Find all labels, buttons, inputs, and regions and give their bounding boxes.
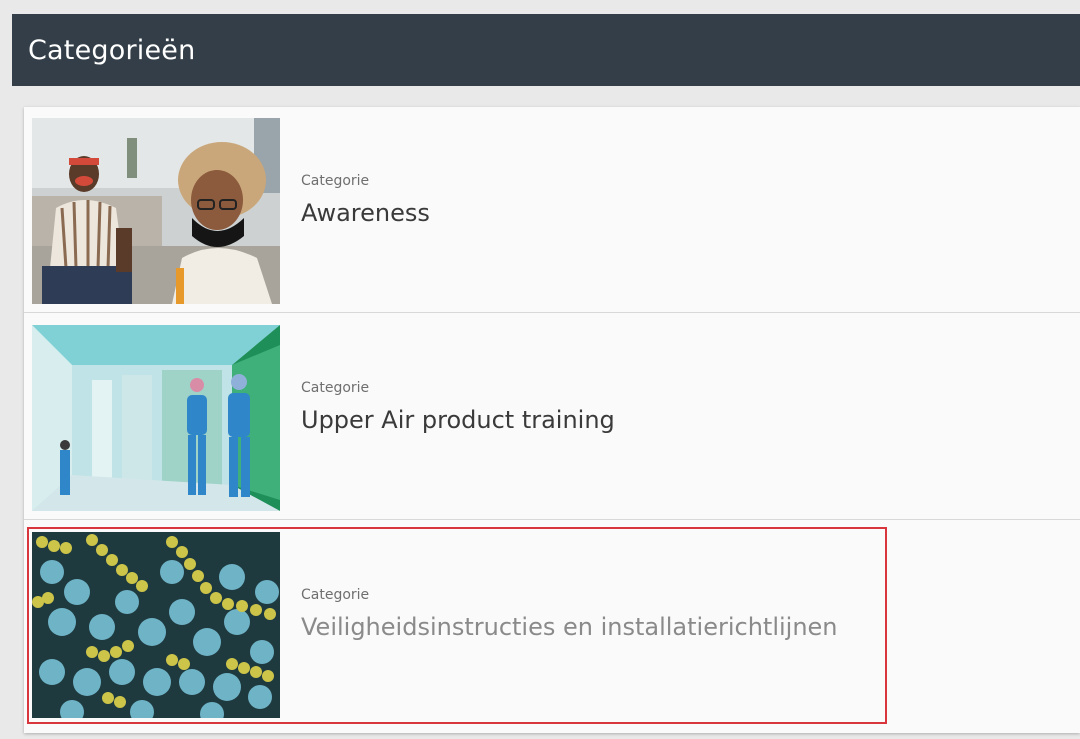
category-title[interactable]: Awareness xyxy=(301,199,430,227)
category-thumbnail[interactable] xyxy=(32,532,280,718)
category-kicker: Categorie xyxy=(301,587,370,603)
page-title: Categorieën xyxy=(28,34,196,66)
page-header: Categorieën xyxy=(12,14,1080,86)
category-item-veiligheidsinstructies[interactable]: Categorie Veiligheidsinstructies en inst… xyxy=(24,521,1080,733)
hospital-corridor-photo xyxy=(32,325,280,511)
people-wearing-masks-photo xyxy=(32,118,280,304)
category-thumbnail[interactable] xyxy=(32,325,280,511)
category-title[interactable]: Upper Air product training xyxy=(301,406,615,434)
category-kicker: Categorie xyxy=(301,173,370,189)
category-meta: Categorie Veiligheidsinstructies en inst… xyxy=(301,587,838,641)
category-item-upper-air-product-training[interactable]: Categorie Upper Air product training xyxy=(24,314,1080,520)
category-meta: Categorie Upper Air product training xyxy=(301,380,615,434)
bacteria-microscope-photo xyxy=(32,532,280,718)
category-title[interactable]: Veiligheidsinstructies en installatieric… xyxy=(301,613,838,641)
category-list: Categorie Awareness Categorie Upper Air … xyxy=(24,107,1080,733)
category-item-awareness[interactable]: Categorie Awareness xyxy=(24,107,1080,313)
category-thumbnail[interactable] xyxy=(32,118,280,304)
category-kicker: Categorie xyxy=(301,380,370,396)
category-meta: Categorie Awareness xyxy=(301,173,430,227)
